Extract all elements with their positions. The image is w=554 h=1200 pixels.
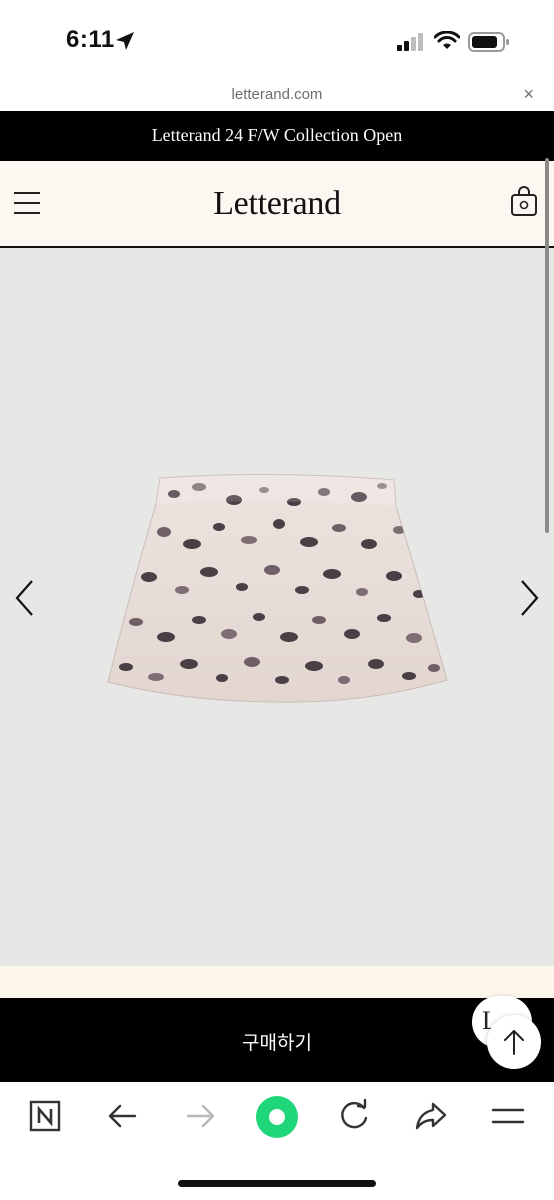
buy-button[interactable]: 구매하기 bbox=[0, 1028, 554, 1055]
browser-url-bar[interactable]: letterand.com × bbox=[0, 80, 554, 111]
site-header: Letterand bbox=[0, 161, 554, 248]
battery-icon bbox=[468, 32, 509, 52]
page-scrollbar[interactable] bbox=[545, 158, 549, 533]
product-image-carousel[interactable] bbox=[0, 248, 554, 966]
url-text[interactable]: letterand.com bbox=[0, 86, 554, 103]
chevron-right-icon[interactable] bbox=[516, 578, 542, 618]
share-icon[interactable] bbox=[411, 1096, 451, 1136]
menu-lines-icon[interactable] bbox=[488, 1096, 528, 1136]
arrow-up-icon bbox=[504, 1030, 524, 1055]
naver-n-icon[interactable] bbox=[26, 1096, 66, 1136]
product-image bbox=[107, 473, 448, 703]
home-indicator bbox=[178, 1180, 376, 1187]
buy-bar[interactable]: 구매하기 bbox=[0, 998, 554, 1082]
announcement-bar[interactable]: Letterand 24 F/W Collection Open bbox=[0, 111, 554, 161]
back-arrow-icon[interactable] bbox=[103, 1096, 143, 1136]
refresh-icon[interactable] bbox=[334, 1096, 374, 1136]
cellular-signal-icon bbox=[397, 33, 423, 51]
chevron-left-icon[interactable] bbox=[12, 578, 38, 618]
announcement-text[interactable]: Letterand 24 F/W Collection Open bbox=[0, 125, 554, 146]
green-circle-icon[interactable] bbox=[256, 1096, 298, 1138]
status-bar: 6:11 bbox=[0, 0, 554, 80]
content-strip bbox=[0, 966, 554, 998]
shopping-bag-icon[interactable] bbox=[510, 185, 538, 217]
brand-logo[interactable]: Letterand bbox=[0, 185, 554, 223]
scroll-to-top-button[interactable] bbox=[487, 1015, 541, 1069]
location-arrow-icon bbox=[116, 32, 134, 50]
forward-arrow-icon[interactable] bbox=[180, 1096, 220, 1136]
status-time: 6:11 bbox=[66, 26, 115, 53]
close-icon[interactable]: × bbox=[523, 84, 534, 104]
wifi-icon bbox=[434, 31, 460, 49]
